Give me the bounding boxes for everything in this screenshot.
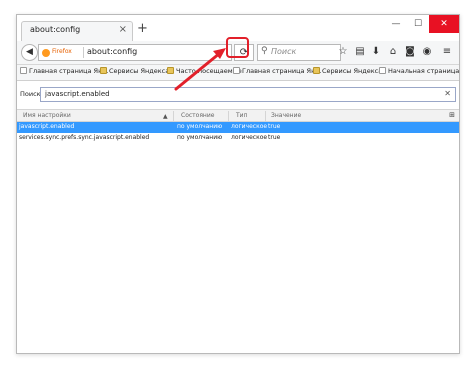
star-icon[interactable]: ☆ (336, 45, 350, 59)
about-config-page: Поиск: javascript.enabled ✕ Имя настройк… (17, 81, 459, 353)
page-icon (379, 67, 386, 74)
pref-type: логическое (231, 134, 268, 141)
annotation-highlight-box (226, 37, 249, 58)
bookmark-label: Часто посещаемые (176, 67, 242, 75)
page-icon (233, 67, 240, 74)
pref-value: true (268, 134, 281, 141)
pref-name: javascript.enabled (19, 123, 75, 130)
folder-icon (313, 67, 320, 74)
column-header-status[interactable]: Состояние (181, 112, 214, 119)
maximize-button[interactable]: ☐ (407, 15, 429, 33)
tab-title: about:config (30, 25, 81, 34)
pref-name: services.sync.prefs.sync.javascript.enab… (19, 134, 150, 141)
identity-label: Firefox (52, 48, 72, 55)
close-window-button[interactable]: ✕ (429, 15, 459, 33)
menu-icon[interactable]: ≡ (440, 45, 454, 59)
column-header-type[interactable]: Тип (236, 112, 248, 119)
search-placeholder: Поиск (271, 47, 297, 56)
back-button[interactable]: ◀ (21, 44, 38, 61)
pref-status: по умолчанию (177, 123, 223, 130)
filter-row: Поиск: javascript.enabled ✕ (17, 85, 459, 105)
url-text[interactable]: about:config (87, 47, 137, 56)
bookmark-item[interactable]: Сервисы Яндекса (100, 67, 169, 79)
column-header-value[interactable]: Значение (271, 112, 301, 119)
bookmark-item[interactable]: Сервисы Яндекса (313, 67, 382, 79)
column-header-name[interactable]: Имя настройки (23, 112, 71, 119)
pref-status: по умолчанию (177, 134, 223, 141)
folder-icon (167, 67, 174, 74)
url-bar[interactable]: Firefox about:config (38, 44, 232, 61)
download-icon[interactable]: ⬇ (369, 45, 383, 59)
bookmark-label: Главная страница Ян... (29, 67, 109, 75)
page-icon (20, 67, 27, 74)
pref-value: true (268, 123, 281, 130)
preferences-table: Имя настройки ▲ Состояние Тип Значение ⊞… (17, 109, 459, 144)
sync-icon[interactable]: ◉ (420, 45, 434, 59)
window-controls: — ☐ ✕ (385, 15, 459, 33)
browser-window: about:config × + — ☐ ✕ ◀ Firefox about:c… (16, 14, 460, 354)
bookmark-label: Сервисы Яндекса (109, 67, 170, 75)
pref-type: логическое (231, 123, 268, 130)
bookmark-label: Сервисы Яндекса (322, 67, 383, 75)
tab-about-config[interactable]: about:config × (21, 21, 133, 41)
bookmark-item[interactable]: Начальная страница (379, 67, 459, 79)
filter-value: javascript.enabled (45, 90, 110, 98)
sort-arrow-icon: ▲ (163, 113, 168, 120)
clear-filter-icon[interactable]: ✕ (444, 89, 451, 98)
column-divider[interactable] (265, 111, 266, 121)
bookmark-item[interactable]: Часто посещаемые (167, 67, 242, 79)
table-row[interactable]: javascript.enabled по умолчанию логическ… (17, 122, 459, 133)
search-input[interactable]: ⚲ Поиск (257, 44, 341, 61)
column-divider[interactable] (228, 111, 229, 121)
bookmark-item[interactable]: Главная страница Ян... (233, 67, 322, 79)
minimize-button[interactable]: — (385, 15, 407, 33)
bookmarks-bar: Главная страница Ян... Сервисы Яндекса Ч… (17, 65, 459, 81)
home-icon[interactable]: ⌂ (386, 45, 400, 59)
reading-list-icon[interactable]: ▤ (353, 45, 367, 59)
column-picker-icon[interactable]: ⊞ (449, 111, 455, 119)
table-row[interactable]: services.sync.prefs.sync.javascript.enab… (17, 133, 459, 144)
table-header: Имя настройки ▲ Состояние Тип Значение ⊞ (17, 109, 459, 122)
filter-input[interactable]: javascript.enabled ✕ (40, 87, 456, 102)
url-separator (83, 47, 84, 58)
bookmark-label: Главная страница Ян... (242, 67, 322, 75)
bookmark-label: Начальная страница (388, 67, 460, 75)
column-divider[interactable] (173, 111, 174, 121)
firefox-icon (42, 49, 50, 57)
search-icon: ⚲ (261, 46, 268, 56)
bookmark-item[interactable]: Главная страница Ян... (20, 67, 109, 79)
new-tab-button[interactable]: + (137, 21, 148, 37)
tab-close-icon[interactable]: × (119, 24, 127, 35)
pocket-icon[interactable]: ◙ (403, 45, 417, 59)
folder-icon (100, 67, 107, 74)
